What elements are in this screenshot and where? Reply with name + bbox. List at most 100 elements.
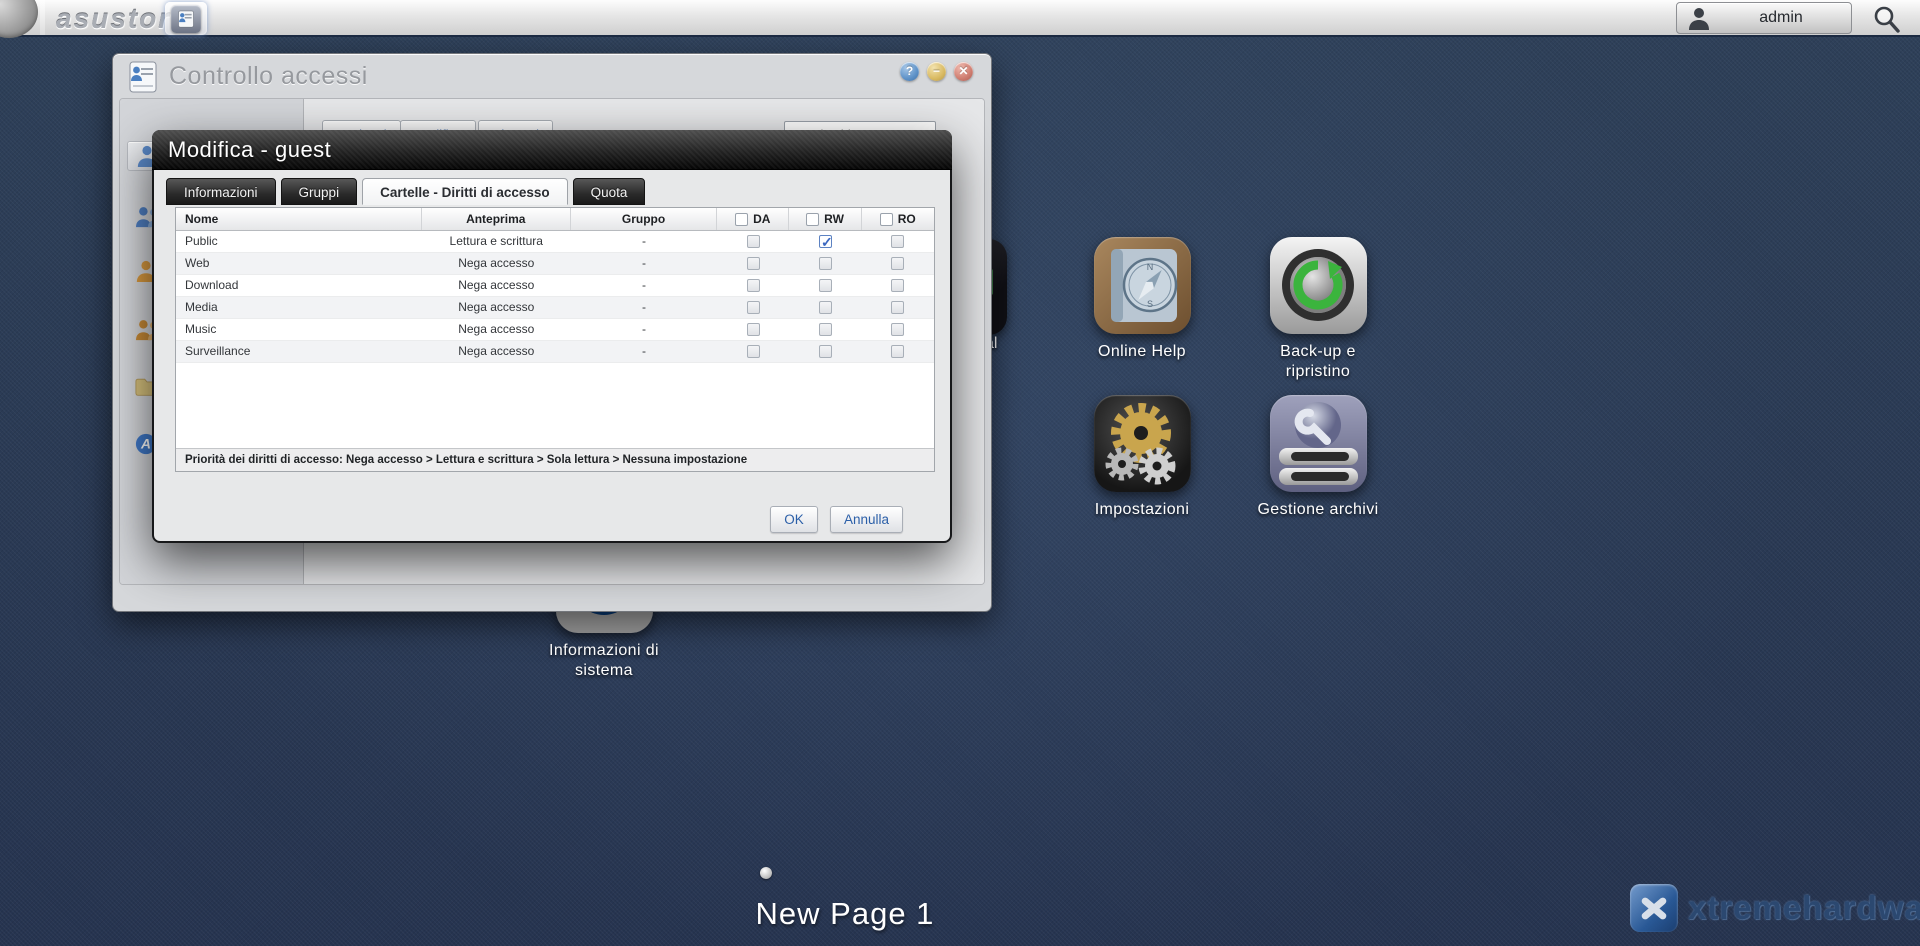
cell-name: Public (176, 231, 422, 252)
page-indicator-dot[interactable] (760, 867, 772, 879)
tab-quota[interactable]: Quota (573, 178, 646, 205)
select-all-checkbox[interactable] (806, 213, 819, 226)
cell-rw-checkbox (789, 275, 861, 296)
desktop-icon-storage-manager[interactable]: Gestione archivi (1238, 395, 1398, 520)
column-header-rw[interactable]: RW (789, 208, 861, 230)
rw-checkbox[interactable] (819, 279, 832, 292)
cell-group: - (571, 275, 717, 296)
cell-da-checkbox (717, 297, 789, 318)
search-icon[interactable] (1872, 4, 1902, 34)
ro-checkbox[interactable] (891, 257, 904, 270)
da-checkbox[interactable] (747, 323, 760, 336)
rw-checkbox[interactable] (819, 301, 832, 314)
settings-gears-icon (1094, 395, 1191, 492)
priority-note: Priorità dei diritti di accesso: Nega ac… (176, 448, 934, 471)
da-checkbox[interactable] (747, 279, 760, 292)
cell-preview: Nega accesso (422, 297, 571, 318)
desktop-icon-label: Online Help (1082, 342, 1202, 362)
select-all-checkbox[interactable] (880, 213, 893, 226)
cell-da-checkbox (717, 231, 789, 252)
corner-ornament (0, 0, 38, 38)
column-header-anteprima: Anteprima (422, 208, 571, 230)
rw-checkbox[interactable] (819, 257, 832, 270)
table-row-download[interactable]: DownloadNega accesso- (176, 275, 934, 297)
window-minimize-button[interactable]: − (927, 62, 946, 81)
cell-ro-checkbox (862, 341, 934, 362)
table-row-media[interactable]: MediaNega accesso- (176, 297, 934, 319)
cancel-button[interactable]: Annulla (830, 506, 903, 533)
ro-checkbox[interactable] (891, 235, 904, 248)
dialog-titlebar[interactable]: Modifica - guest (152, 130, 952, 170)
cell-da-checkbox (717, 319, 789, 340)
cell-group: - (571, 319, 717, 340)
cell-ro-checkbox (862, 253, 934, 274)
window-close-button[interactable]: ✕ (954, 62, 973, 81)
dialog-tabs: InformazioniGruppiCartelle - Diritti di … (166, 178, 645, 205)
xtremehardware-logo-icon (1630, 884, 1678, 932)
window-title: Controllo accessi (169, 62, 368, 91)
desktop-icon-label: Impostazioni (1062, 500, 1222, 520)
user-menu-button[interactable]: admin (1676, 2, 1852, 34)
da-checkbox[interactable] (747, 257, 760, 270)
page-name-label[interactable]: New Page 1 (700, 896, 990, 932)
table-row-surveillance[interactable]: SurveillanceNega accesso- (176, 341, 934, 363)
desktop-icon-settings[interactable]: Impostazioni (1062, 395, 1222, 520)
column-header-ro[interactable]: RO (862, 208, 934, 230)
cell-rw-checkbox (789, 341, 861, 362)
tab-cartelle-diritti-di-accesso[interactable]: Cartelle - Diritti di accesso (362, 178, 568, 205)
da-checkbox[interactable] (747, 235, 760, 248)
column-label: RW (824, 208, 844, 230)
table-row-music[interactable]: MusicNega accesso- (176, 319, 934, 341)
cell-da-checkbox (717, 253, 789, 274)
desktop-background: N S Online Help (0, 0, 1920, 946)
table-row-public[interactable]: PublicLettura e scrittura- (176, 231, 934, 253)
cell-preview: Nega accesso (422, 341, 571, 362)
rw-checkbox[interactable] (819, 235, 832, 248)
cell-ro-checkbox (862, 275, 934, 296)
svg-text:S: S (1146, 299, 1152, 309)
storage-manager-icon (1270, 395, 1367, 492)
cell-rw-checkbox (789, 231, 861, 252)
access-control-icon (127, 60, 159, 99)
window-titlebar[interactable]: Controllo accessi ? − ✕ (113, 54, 991, 98)
cell-group: - (571, 253, 717, 274)
tab-informazioni[interactable]: Informazioni (166, 178, 276, 205)
ro-checkbox[interactable] (891, 301, 904, 314)
folder-rights-table: NomeAnteprimaGruppoDARWRO PublicLettura … (175, 207, 935, 472)
ro-checkbox[interactable] (891, 345, 904, 358)
cell-rw-checkbox (789, 319, 861, 340)
corner-divider (40, 0, 45, 35)
table-header: NomeAnteprimaGruppoDARWRO (176, 208, 934, 231)
window-help-button[interactable]: ? (900, 62, 919, 81)
svg-text:A: A (140, 437, 151, 452)
svg-text:N: N (1146, 262, 1153, 272)
ok-button[interactable]: OK (770, 506, 818, 533)
column-header-da[interactable]: DA (717, 208, 789, 230)
desktop-icon-online-help[interactable]: N S Online Help (1062, 237, 1222, 362)
access-control-taskbar-icon (171, 5, 201, 33)
ro-checkbox[interactable] (891, 279, 904, 292)
cell-preview: Nega accesso (422, 275, 571, 296)
rw-checkbox[interactable] (819, 345, 832, 358)
select-all-checkbox[interactable] (735, 213, 748, 226)
watermark-text: xtremehardware.it (1688, 889, 1920, 927)
da-checkbox[interactable] (747, 301, 760, 314)
column-label: Gruppo (622, 208, 665, 230)
dialog-title: Modifica - guest (168, 137, 331, 163)
desktop-icon-label: Gestione archivi (1238, 500, 1398, 520)
rw-checkbox[interactable] (819, 323, 832, 336)
cell-preview: Nega accesso (422, 319, 571, 340)
cell-group: - (571, 297, 717, 318)
da-checkbox[interactable] (747, 345, 760, 358)
watermark: xtremehardware.it (1630, 884, 1920, 932)
cell-da-checkbox (717, 275, 789, 296)
tab-gruppi[interactable]: Gruppi (281, 178, 358, 205)
asustor-logo: asustor (56, 3, 171, 35)
ro-checkbox[interactable] (891, 323, 904, 336)
taskbar-item-access-control[interactable] (165, 2, 207, 35)
desktop-icon-backup[interactable]: Back-up e ripristino (1238, 237, 1398, 382)
cell-preview: Lettura e scrittura (422, 231, 571, 252)
online-help-icon: N S (1094, 237, 1191, 334)
table-row-web[interactable]: WebNega accesso- (176, 253, 934, 275)
cell-rw-checkbox (789, 253, 861, 274)
